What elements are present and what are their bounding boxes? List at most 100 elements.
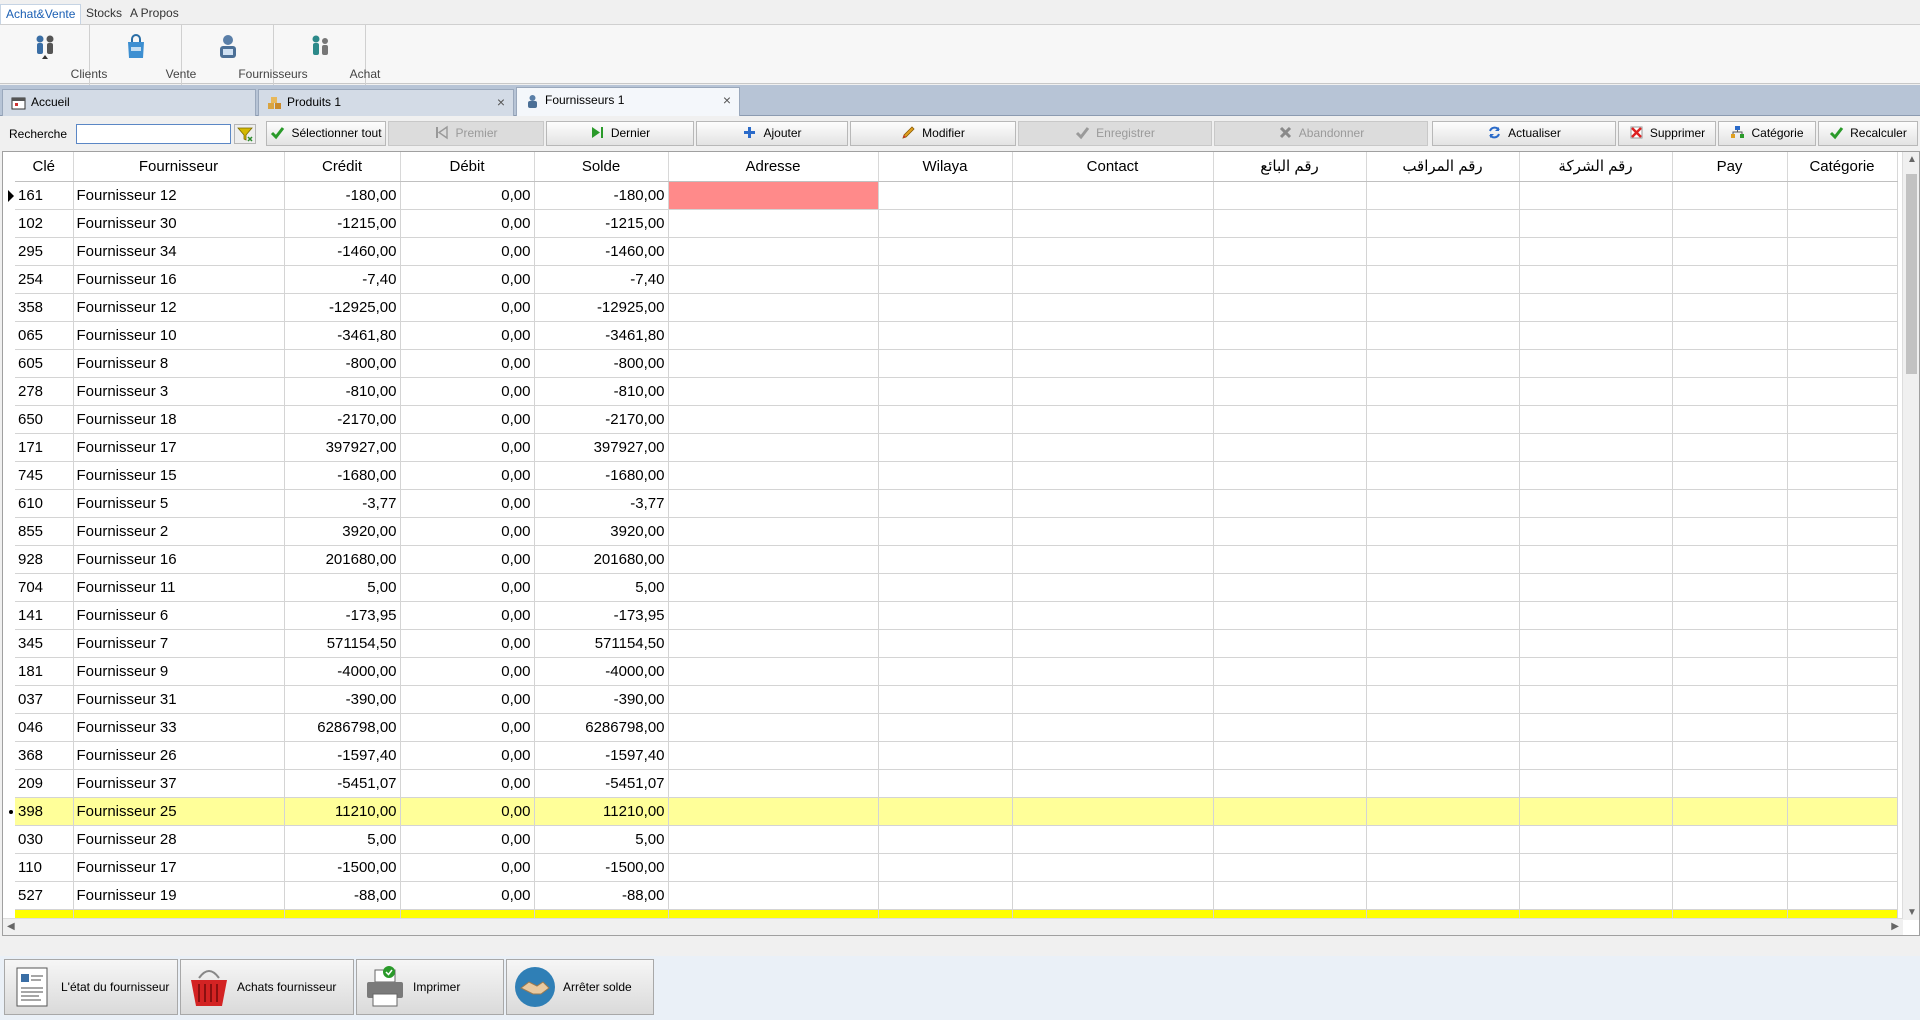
- ribbon-clients-button[interactable]: Clients: [0, 25, 107, 85]
- table-cell[interactable]: [1519, 405, 1673, 434]
- table-cell[interactable]: [1012, 181, 1214, 210]
- menu-tab-a-propos[interactable]: A Propos: [125, 4, 184, 24]
- table-cell[interactable]: -173,95: [534, 601, 669, 630]
- column-header[interactable]: رقم الشركة: [1519, 152, 1673, 182]
- table-cell[interactable]: [1787, 377, 1898, 406]
- table-cell[interactable]: [668, 265, 879, 294]
- table-cell[interactable]: [878, 209, 1013, 238]
- table-cell[interactable]: [1213, 797, 1367, 826]
- table-cell[interactable]: -2170,00: [284, 405, 401, 434]
- table-cell[interactable]: [1366, 349, 1520, 378]
- supplier-grid[interactable]: Clé Fournisseur Crédit Débit Solde Adresse Wil…: [2, 151, 1920, 936]
- table-cell[interactable]: -180,00: [534, 181, 669, 210]
- table-cell[interactable]: [1213, 209, 1367, 238]
- table-cell[interactable]: [1672, 209, 1788, 238]
- table-cell[interactable]: -173,95: [284, 601, 401, 630]
- table-cell[interactable]: [1672, 517, 1788, 546]
- table-cell[interactable]: [668, 797, 879, 826]
- table-cell[interactable]: [1672, 797, 1788, 826]
- table-cell[interactable]: -1460,00: [534, 237, 669, 266]
- table-cell[interactable]: 0,00: [400, 293, 535, 322]
- table-cell[interactable]: [668, 349, 879, 378]
- table-cell[interactable]: 0,00: [400, 685, 535, 714]
- table-cell[interactable]: [1519, 517, 1673, 546]
- menu-tab-achat-vente[interactable]: Achat&Vente: [0, 4, 82, 24]
- table-cell[interactable]: [1787, 601, 1898, 630]
- category-button[interactable]: Catégorie: [1718, 121, 1816, 146]
- table-cell[interactable]: 0,00: [400, 433, 535, 462]
- table-cell[interactable]: [1672, 265, 1788, 294]
- table-row[interactable]: 704 Fournisseur 11 5,00 0,00 5,00: [15, 573, 1898, 602]
- table-cell[interactable]: -4000,00: [534, 657, 669, 686]
- table-cell[interactable]: Fournisseur 25: [73, 797, 285, 826]
- table-row[interactable]: 209 Fournisseur 37 -5451,07 0,00 -5451,07: [15, 769, 1898, 798]
- table-cell[interactable]: [1213, 685, 1367, 714]
- table-cell[interactable]: [1519, 237, 1673, 266]
- table-cell[interactable]: -3461,80: [534, 321, 669, 350]
- table-cell[interactable]: -1460,00: [284, 237, 401, 266]
- table-cell[interactable]: [1366, 209, 1520, 238]
- table-cell[interactable]: -180,00: [284, 181, 401, 210]
- table-cell[interactable]: [1366, 713, 1520, 742]
- table-cell[interactable]: [1366, 853, 1520, 882]
- table-cell[interactable]: 278: [15, 377, 74, 406]
- table-cell[interactable]: [878, 237, 1013, 266]
- ribbon-fournisseurs-button[interactable]: Fournisseurs: [182, 25, 308, 85]
- table-row[interactable]: 610 Fournisseur 5 -3,77 0,00 -3,77: [15, 489, 1898, 518]
- table-cell[interactable]: [668, 825, 879, 854]
- table-cell[interactable]: [1672, 881, 1788, 910]
- table-cell[interactable]: [668, 489, 879, 518]
- table-cell[interactable]: -5451,07: [284, 769, 401, 798]
- table-cell[interactable]: [1366, 181, 1520, 210]
- table-cell[interactable]: -1500,00: [284, 853, 401, 882]
- table-cell[interactable]: 368: [15, 741, 74, 770]
- table-cell[interactable]: 110: [15, 853, 74, 882]
- table-cell[interactable]: [1366, 545, 1520, 574]
- table-cell[interactable]: [1672, 769, 1788, 798]
- vertical-scrollbar[interactable]: ▲ ▼: [1902, 152, 1919, 920]
- table-cell[interactable]: [668, 405, 879, 434]
- table-row[interactable]: 181 Fournisseur 9 -4000,00 0,00 -4000,00: [15, 657, 1898, 686]
- table-cell[interactable]: [1519, 545, 1673, 574]
- table-cell[interactable]: [668, 321, 879, 350]
- table-cell[interactable]: [1366, 741, 1520, 770]
- scroll-up-icon[interactable]: ▲: [1907, 154, 1917, 165]
- table-cell[interactable]: [1366, 601, 1520, 630]
- table-cell[interactable]: 0,00: [400, 517, 535, 546]
- recalculate-button[interactable]: Recalculer: [1818, 121, 1918, 146]
- table-cell[interactable]: [1672, 433, 1788, 462]
- table-cell[interactable]: -88,00: [534, 881, 669, 910]
- table-cell[interactable]: [1787, 825, 1898, 854]
- table-row[interactable]: 254 Fournisseur 16 -7,40 0,00 -7,40: [15, 265, 1898, 294]
- table-cell[interactable]: -800,00: [534, 349, 669, 378]
- table-cell[interactable]: 397927,00: [534, 433, 669, 462]
- table-cell[interactable]: [1213, 629, 1367, 658]
- scroll-left-icon[interactable]: ◀: [7, 921, 15, 932]
- table-cell[interactable]: [1366, 265, 1520, 294]
- table-cell[interactable]: [1012, 685, 1214, 714]
- table-cell[interactable]: Fournisseur 12: [73, 181, 285, 210]
- table-cell[interactable]: [1213, 741, 1367, 770]
- table-cell[interactable]: Fournisseur 17: [73, 433, 285, 462]
- table-cell[interactable]: [1519, 769, 1673, 798]
- refresh-button[interactable]: Actualiser: [1432, 121, 1616, 146]
- table-cell[interactable]: 171: [15, 433, 74, 462]
- filter-button[interactable]: [234, 124, 256, 144]
- table-cell[interactable]: [1519, 657, 1673, 686]
- table-cell[interactable]: [1012, 601, 1214, 630]
- table-cell[interactable]: [1519, 797, 1673, 826]
- table-cell[interactable]: [1213, 293, 1367, 322]
- table-cell[interactable]: Fournisseur 28: [73, 825, 285, 854]
- table-cell[interactable]: [1213, 853, 1367, 882]
- table-cell[interactable]: [1012, 573, 1214, 602]
- table-cell[interactable]: [1672, 685, 1788, 714]
- table-row[interactable]: 527 Fournisseur 19 -88,00 0,00 -88,00: [15, 881, 1898, 910]
- table-cell[interactable]: [1366, 461, 1520, 490]
- table-row[interactable]: 171 Fournisseur 17 397927,00 0,00 397927,00: [15, 433, 1898, 462]
- table-cell[interactable]: -12925,00: [284, 293, 401, 322]
- table-cell[interactable]: [1787, 321, 1898, 350]
- table-cell[interactable]: -3,77: [534, 489, 669, 518]
- table-cell[interactable]: [1672, 825, 1788, 854]
- table-cell[interactable]: [1787, 293, 1898, 322]
- column-header[interactable]: Solde: [534, 152, 669, 182]
